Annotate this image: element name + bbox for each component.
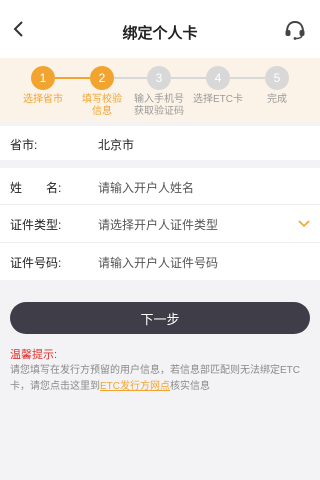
tips-body: 请您填写在发行方预留的用户信息，若信息部匹配则无法绑定ETC卡，请您点击这里到E… xyxy=(10,363,316,395)
etc-outlet-link[interactable]: ETC发行方网点 xyxy=(100,381,170,392)
id-number-label: 证件号码: xyxy=(10,256,62,270)
chevron-down-icon[interactable] xyxy=(298,220,310,228)
id-number-input[interactable]: 请输入开户人证件号码 xyxy=(98,254,218,271)
tips-title: 温馨提示: xyxy=(10,349,58,361)
step-connector xyxy=(55,77,90,79)
headset-icon xyxy=(285,20,305,40)
province-row[interactable]: 省市: 北京市 xyxy=(0,126,320,160)
page-title: 绑定个人卡 xyxy=(122,25,198,42)
province-label: 省市: xyxy=(10,138,38,152)
step-connector xyxy=(114,77,147,79)
id-type-label: 证件类型: xyxy=(10,218,62,232)
applicant-form: 姓 名: 请输入开户人姓名 证件类型: 请选择开户人证件类型 证件号码: 请输入… xyxy=(0,168,320,280)
step-2-label: 填写校验信息 xyxy=(82,94,122,117)
name-label: 姓 名: xyxy=(10,181,62,195)
province-value: 北京市 xyxy=(98,138,135,152)
progress-steps: 1 2 3 4 5 选择省市 填写校验信息 输入手机号获取验证码 选择ETC卡 … xyxy=(0,58,320,122)
step-5-circle: 5 xyxy=(265,66,289,90)
step-1-label: 选择省市 xyxy=(23,94,63,105)
divider xyxy=(0,204,320,205)
step-3-label: 输入手机号获取验证码 xyxy=(134,94,184,117)
next-step-button[interactable]: 下一步 xyxy=(10,302,310,334)
step-4-circle: 4 xyxy=(206,66,230,90)
step-1-circle: 1 xyxy=(31,66,55,90)
step-5-label: 完成 xyxy=(267,94,287,105)
step-connector xyxy=(230,77,265,79)
id-type-select[interactable]: 请选择开户人证件类型 xyxy=(98,216,218,233)
tips-text-end: 核实信息 xyxy=(170,381,210,392)
divider xyxy=(0,242,320,243)
step-4-label: 选择ETC卡 xyxy=(193,94,243,105)
step-2-circle: 2 xyxy=(90,66,114,90)
top-bar: 绑定个人卡 xyxy=(0,0,320,58)
customer-service-button[interactable] xyxy=(284,20,306,40)
step-3-circle: 3 xyxy=(147,66,171,90)
step-connector xyxy=(171,77,206,79)
name-input[interactable]: 请输入开户人姓名 xyxy=(98,179,194,196)
